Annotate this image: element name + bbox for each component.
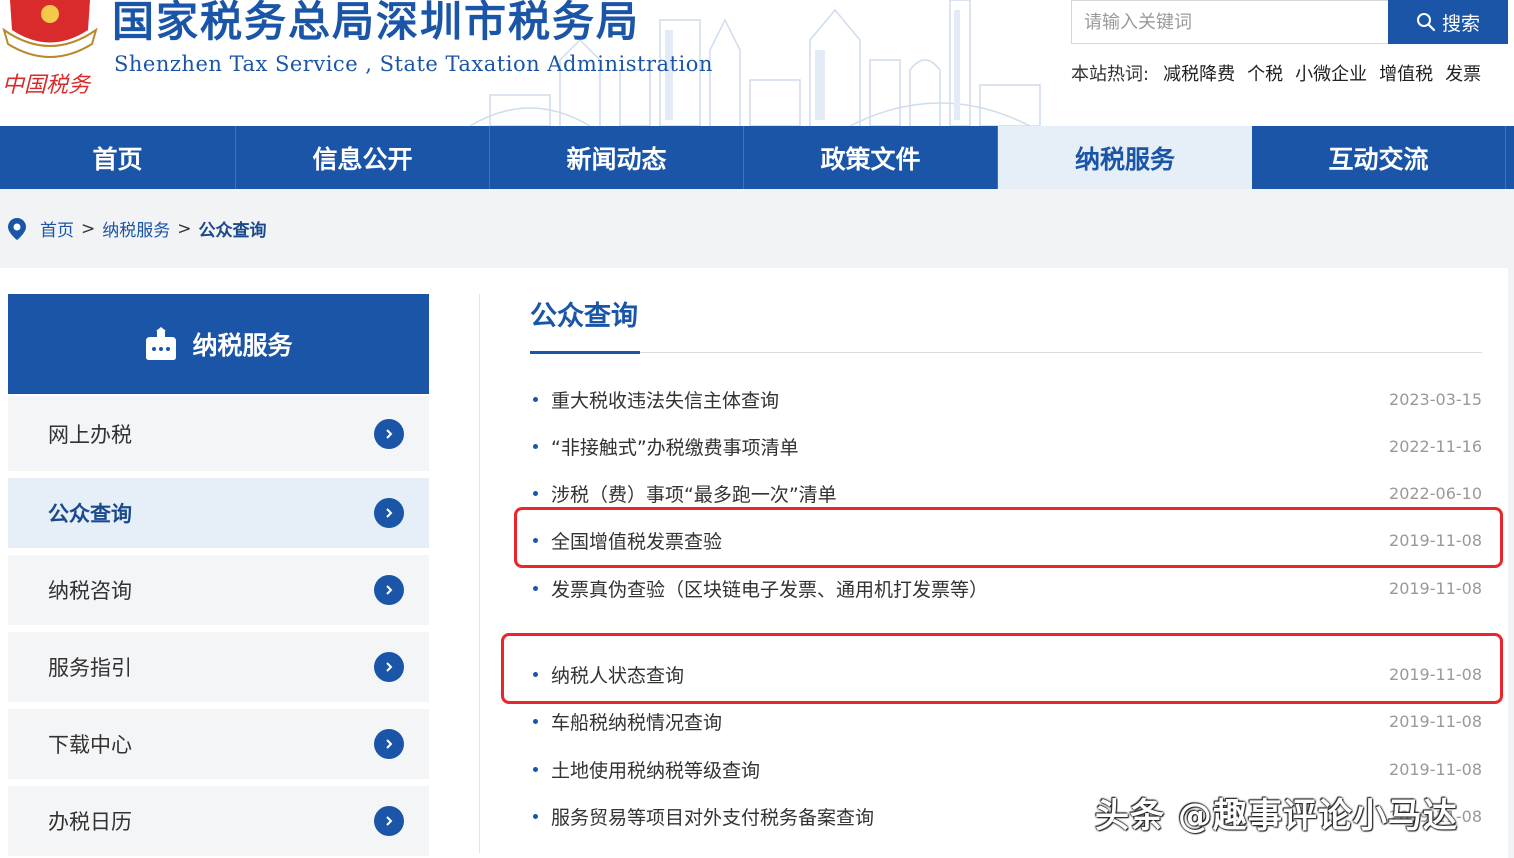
bullet-icon xyxy=(533,443,538,449)
nav-item-tax-service[interactable]: 纳税服务 xyxy=(998,126,1252,189)
breadcrumb: 首页 > 纳税服务 > 公众查询 xyxy=(8,216,267,241)
svg-text:中国税务: 中国税务 xyxy=(2,73,92,98)
breadcrumb-current: 公众查询 xyxy=(198,221,267,241)
sidebar-item-online-tax[interactable]: 网上办税 xyxy=(8,396,429,471)
search-button[interactable]: 搜索 xyxy=(1388,0,1508,44)
list-item-title: 服务贸易等项目对外支付税务备案查询 xyxy=(551,806,875,829)
list-item[interactable]: 车船税纳税情况查询 2019-11-08 xyxy=(530,706,1482,736)
nav-item-policy[interactable]: 政策文件 xyxy=(744,126,998,189)
list-item[interactable]: 重大税收违法失信主体查询 2023-03-15 xyxy=(530,384,1482,414)
bullet-icon xyxy=(533,396,538,402)
search-button-label: 搜索 xyxy=(1441,12,1480,35)
bullet-icon xyxy=(533,766,538,772)
hotword-link[interactable]: 增值税 xyxy=(1379,60,1433,86)
site-header: 中国税务 国家税务总局深圳市税务局 Shenzhen Tax Service ,… xyxy=(0,0,1514,126)
sidebar-item-label: 办税日历 xyxy=(48,810,132,834)
list-item-title: 全国增值税发票查验 xyxy=(551,530,723,553)
breadcrumb-home[interactable]: 首页 xyxy=(40,216,74,241)
chevron-right-icon xyxy=(374,418,404,449)
list-item-title: “非接触式”办税缴费事项清单 xyxy=(551,436,799,459)
hotword-link[interactable]: 个税 xyxy=(1247,60,1283,86)
chevron-right-icon xyxy=(374,498,404,528)
list-item[interactable]: 涉税（费）事项“最多跑一次”清单 2022-06-10 xyxy=(530,478,1482,508)
sidebar-item-tax-consult[interactable]: 纳税咨询 xyxy=(8,555,429,625)
bullet-icon xyxy=(533,671,538,677)
sidebar-item-label: 网上办税 xyxy=(48,422,132,447)
list-item-date: 2019-11-08 xyxy=(1389,530,1482,550)
bullet-icon xyxy=(533,537,538,543)
hotword-link[interactable]: 小微企业 xyxy=(1295,60,1367,86)
sidebar: 纳税服务 网上办税 公众查询 纳税咨询 服务指引 下载中心 办税日历 xyxy=(8,294,429,856)
list-item[interactable]: 土地使用税纳税等级查询 2019-11-08 xyxy=(530,754,1482,784)
chevron-right-icon xyxy=(374,652,404,682)
search-icon xyxy=(1416,13,1436,32)
sidebar-item-public-query[interactable]: 公众查询 xyxy=(8,478,429,548)
hotword-link[interactable]: 减税降费 xyxy=(1163,60,1235,86)
nav-item-home[interactable]: 首页 xyxy=(0,126,236,189)
list-item-title: 发票真伪查验（区块链电子发票、通用机打发票等） xyxy=(551,578,989,601)
list-item-date: 2022-06-10 xyxy=(1389,483,1482,503)
list-item[interactable]: 全国增值税发票查验 2019-11-08 xyxy=(530,525,1482,555)
list-item[interactable]: “非接触式”办税缴费事项清单 2022-11-16 xyxy=(530,431,1482,461)
bullet-icon xyxy=(533,585,538,591)
breadcrumb-separator: > xyxy=(81,218,96,239)
watermark: 头条 @趣事评论小马达 xyxy=(1095,796,1458,836)
title-accent-underline xyxy=(530,351,640,354)
sidebar-item-label: 公众查询 xyxy=(48,502,132,526)
page-title: 公众查询 xyxy=(530,301,638,332)
list-item-date: 2019-11-08 xyxy=(1389,578,1482,598)
sidebar-item-label: 纳税咨询 xyxy=(48,579,132,603)
list-item-date: 2019-11-08 xyxy=(1389,759,1482,779)
title-divider xyxy=(530,352,1482,353)
sidebar-item-service-guide[interactable]: 服务指引 xyxy=(8,632,429,702)
list-item-title: 纳税人状态查询 xyxy=(551,664,685,687)
list-item-title: 涉税（费）事项“最多跑一次”清单 xyxy=(551,483,837,506)
bullet-icon xyxy=(533,718,538,724)
list-item[interactable]: 纳税人状态查询 2019-11-08 xyxy=(530,659,1482,689)
service-desk-icon xyxy=(146,327,177,360)
chevron-right-icon xyxy=(374,806,404,836)
sidebar-item-download-center[interactable]: 下载中心 xyxy=(8,709,429,779)
list-item[interactable]: 发票真伪查验（区块链电子发票、通用机打发票等） 2019-11-08 xyxy=(530,573,1482,603)
breadcrumb-separator: > xyxy=(177,218,192,239)
nav-item-news[interactable]: 新闻动态 xyxy=(490,126,744,189)
sidebar-title: 纳税服务 xyxy=(192,331,293,360)
site-subtitle: Shenzhen Tax Service , State Taxation Ad… xyxy=(114,52,713,76)
breadcrumb-tax-service[interactable]: 纳税服务 xyxy=(102,216,170,241)
search-input[interactable] xyxy=(1071,0,1389,44)
column-divider xyxy=(479,294,480,853)
list-item-date: 2019-11-08 xyxy=(1389,664,1482,684)
site-title: 国家税务总局深圳市税务局 xyxy=(112,0,641,46)
bullet-icon xyxy=(533,490,538,496)
hotword-link[interactable]: 发票 xyxy=(1445,60,1481,86)
nav-item-info-disclosure[interactable]: 信息公开 xyxy=(236,126,490,189)
sidebar-item-label: 下载中心 xyxy=(48,733,132,757)
chevron-right-icon xyxy=(374,729,404,759)
list-item-date: 2023-03-15 xyxy=(1389,389,1482,409)
location-pin-icon xyxy=(8,217,26,240)
tax-emblem-logo: 中国税务 xyxy=(2,0,98,98)
list-item-title: 车船税纳税情况查询 xyxy=(551,711,723,734)
sidebar-item-label: 服务指引 xyxy=(48,656,132,680)
list-item-date: 2019-11-08 xyxy=(1389,711,1482,731)
list-item-date: 2022-11-16 xyxy=(1389,436,1482,456)
sidebar-item-tax-calendar[interactable]: 办税日历 xyxy=(8,786,429,856)
chevron-right-icon xyxy=(374,575,404,605)
hotwords-label: 本站热词: xyxy=(1071,64,1150,85)
sidebar-header: 纳税服务 xyxy=(8,294,429,394)
bullet-icon xyxy=(533,813,538,819)
list-item-title: 土地使用税纳税等级查询 xyxy=(551,759,761,782)
main-nav: 首页 信息公开 新闻动态 政策文件 纳税服务 互动交流 xyxy=(0,126,1514,189)
list-item-title: 重大税收违法失信主体查询 xyxy=(551,389,780,412)
nav-item-interaction[interactable]: 互动交流 xyxy=(1252,126,1506,189)
hotwords-bar: 本站热词: 减税降费 个税 小微企业 增值税 发票 xyxy=(1071,60,1493,86)
